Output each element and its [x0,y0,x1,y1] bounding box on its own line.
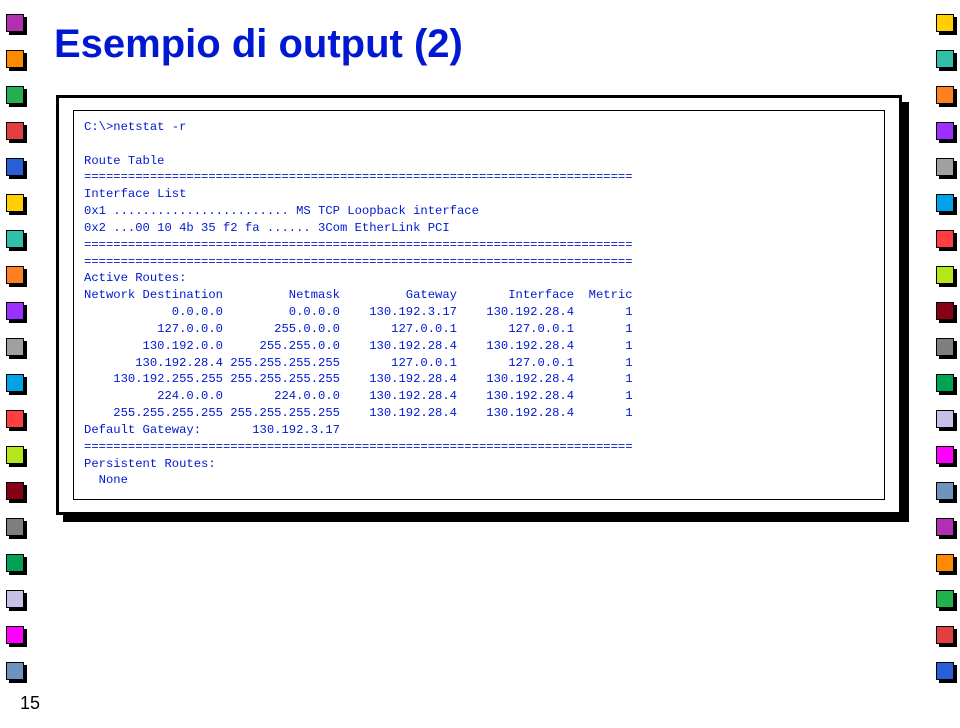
decor-square [936,338,954,356]
decor-square [936,662,954,680]
decor-square [936,554,954,572]
decor-square [6,374,24,392]
decor-square [6,14,24,32]
decor-square [936,482,954,500]
decor-square [936,374,954,392]
decor-square [6,554,24,572]
decor-square [6,86,24,104]
decor-square [936,194,954,212]
decor-square [936,302,954,320]
decor-square [6,338,24,356]
decor-square [936,266,954,284]
decor-square [936,50,954,68]
decor-square [936,518,954,536]
decor-square [936,410,954,428]
decor-stripe-right [928,0,954,728]
slide: Esempio di output (2) C:\>netstat -r Rou… [0,0,960,728]
terminal-box-inner: C:\>netstat -r Route Table =============… [73,110,885,500]
decor-square [6,302,24,320]
decor-square [6,518,24,536]
slide-title: Esempio di output (2) [54,22,906,67]
decor-square [936,158,954,176]
decor-stripe-left [6,0,32,728]
decor-square [6,590,24,608]
page-number: 15 [20,693,40,714]
decor-square [6,122,24,140]
decor-square [6,50,24,68]
decor-square [936,446,954,464]
decor-square [936,14,954,32]
decor-square [936,626,954,644]
slide-content: Esempio di output (2) C:\>netstat -r Rou… [54,22,906,515]
decor-square [936,230,954,248]
decor-square [6,230,24,248]
decor-square [6,446,24,464]
decor-square [6,662,24,680]
terminal-box-outer: C:\>netstat -r Route Table =============… [56,95,902,515]
decor-square [936,86,954,104]
decor-square [936,122,954,140]
decor-square [6,158,24,176]
decor-square [6,626,24,644]
decor-square [6,410,24,428]
decor-square [936,590,954,608]
decor-square [6,266,24,284]
decor-square [6,194,24,212]
terminal-box: C:\>netstat -r Route Table =============… [56,95,902,515]
decor-square [6,482,24,500]
terminal-output: C:\>netstat -r Route Table =============… [84,119,874,489]
